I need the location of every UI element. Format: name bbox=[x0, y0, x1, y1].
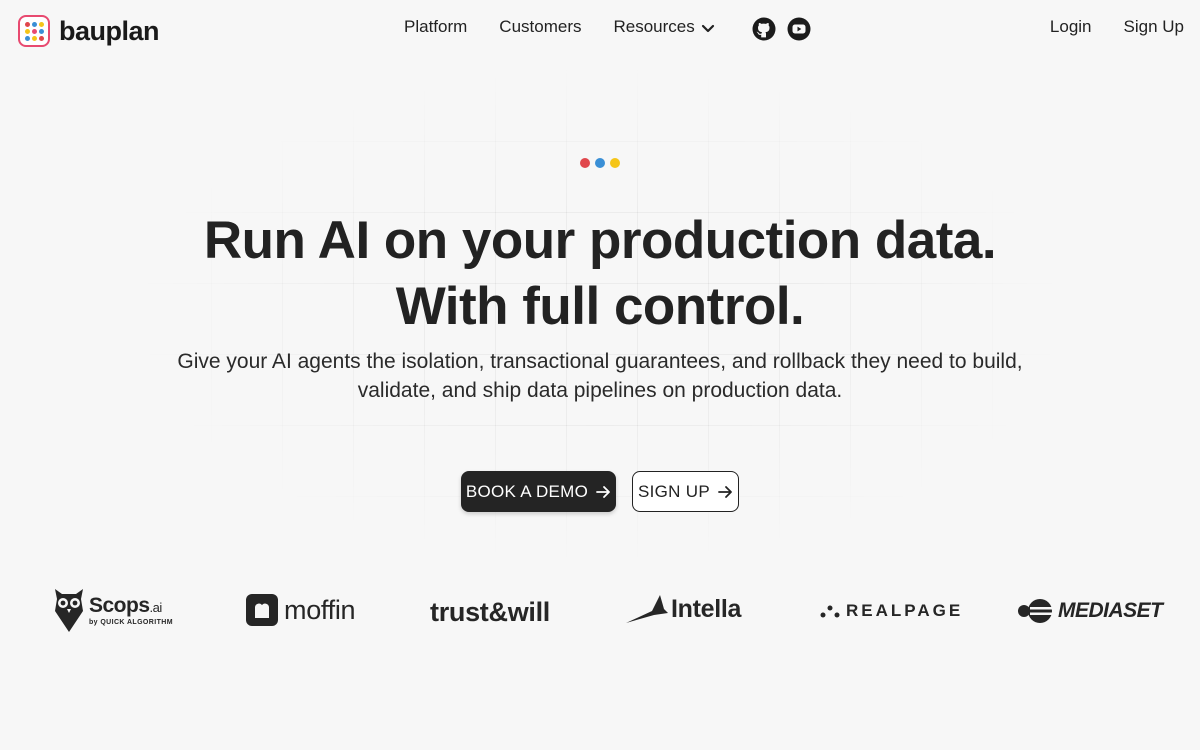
arrow-right-icon bbox=[718, 485, 732, 498]
book-demo-label: BOOK A DEMO bbox=[465, 481, 589, 501]
logo-text: bauplan bbox=[59, 15, 160, 46]
book-demo-button[interactable]: BOOK A DEMO bbox=[461, 471, 616, 512]
ampersand-text: & bbox=[488, 597, 509, 627]
hero-subtitle: Give your AI agents the isolation, trans… bbox=[177, 350, 1023, 402]
intella-logo: Intella bbox=[626, 593, 741, 625]
moffin-logo: moffin bbox=[246, 594, 356, 626]
bauplan-logo-link[interactable]: bauplan bbox=[18, 15, 160, 47]
scops-name: Scops bbox=[89, 593, 150, 617]
will-text: will bbox=[507, 597, 551, 627]
mediaset-mark-icon bbox=[1018, 599, 1054, 623]
signup-button-label: SIGN UP bbox=[637, 481, 710, 501]
hero-title: Run AI on your production data. With ful… bbox=[0, 208, 1200, 340]
blue-dot bbox=[595, 158, 605, 168]
nav-platform[interactable]: Platform bbox=[404, 17, 467, 37]
site-header: bauplan Platform Customers Resources Log… bbox=[0, 0, 1200, 58]
hero-title-line-2: With full control. bbox=[395, 277, 805, 336]
realpage-logo: REALPAGE bbox=[820, 601, 963, 621]
trust-text: trust bbox=[430, 597, 489, 627]
mediaset-text: MEDIASET bbox=[1058, 599, 1163, 622]
scops-tagline: by QUICK ALGORITHM bbox=[89, 618, 173, 626]
nav-customers[interactable]: Customers bbox=[499, 17, 581, 37]
youtube-icon[interactable] bbox=[787, 17, 811, 41]
moffin-text: moffin bbox=[284, 594, 356, 625]
nav-resources-label: Resources bbox=[613, 17, 695, 36]
realpage-text: REALPAGE bbox=[846, 601, 964, 620]
nav-resources[interactable]: Resources bbox=[613, 17, 714, 37]
auth-links: Login Sign Up bbox=[1050, 17, 1184, 37]
chevron-down-icon bbox=[701, 24, 714, 32]
yellow-dot bbox=[610, 158, 620, 168]
realpage-dots-icon bbox=[820, 605, 840, 618]
brand-dots bbox=[580, 158, 620, 168]
mediaset-logo: MEDIASET bbox=[1016, 597, 1163, 625]
bauplan-logo-icon bbox=[18, 15, 50, 47]
landing-page: bauplan Platform Customers Resources Log… bbox=[0, 0, 1200, 750]
login-link[interactable]: Login bbox=[1050, 17, 1092, 37]
moffin-mark-icon bbox=[246, 594, 278, 626]
red-dot bbox=[580, 158, 590, 168]
customer-logos: Scops.ai by QUICK ALGORITHM moffin trust… bbox=[0, 585, 1200, 640]
intella-text: Intella bbox=[671, 594, 742, 623]
owl-icon bbox=[55, 589, 83, 632]
trust-and-will-logo: trust & will bbox=[430, 597, 550, 628]
hero-title-line-1: Run AI on your production data. bbox=[203, 211, 997, 270]
scops-logo: Scops.ai by QUICK ALGORITHM bbox=[53, 587, 173, 633]
main-nav: Platform Customers Resources bbox=[404, 17, 747, 37]
github-icon[interactable] bbox=[752, 17, 776, 41]
signup-button[interactable]: SIGN UP bbox=[632, 471, 739, 512]
arrow-right-icon bbox=[596, 485, 611, 498]
social-links bbox=[752, 17, 811, 41]
signup-link[interactable]: Sign Up bbox=[1124, 17, 1184, 37]
intella-swoosh-icon bbox=[626, 595, 668, 623]
scops-suffix: .ai bbox=[149, 599, 163, 615]
